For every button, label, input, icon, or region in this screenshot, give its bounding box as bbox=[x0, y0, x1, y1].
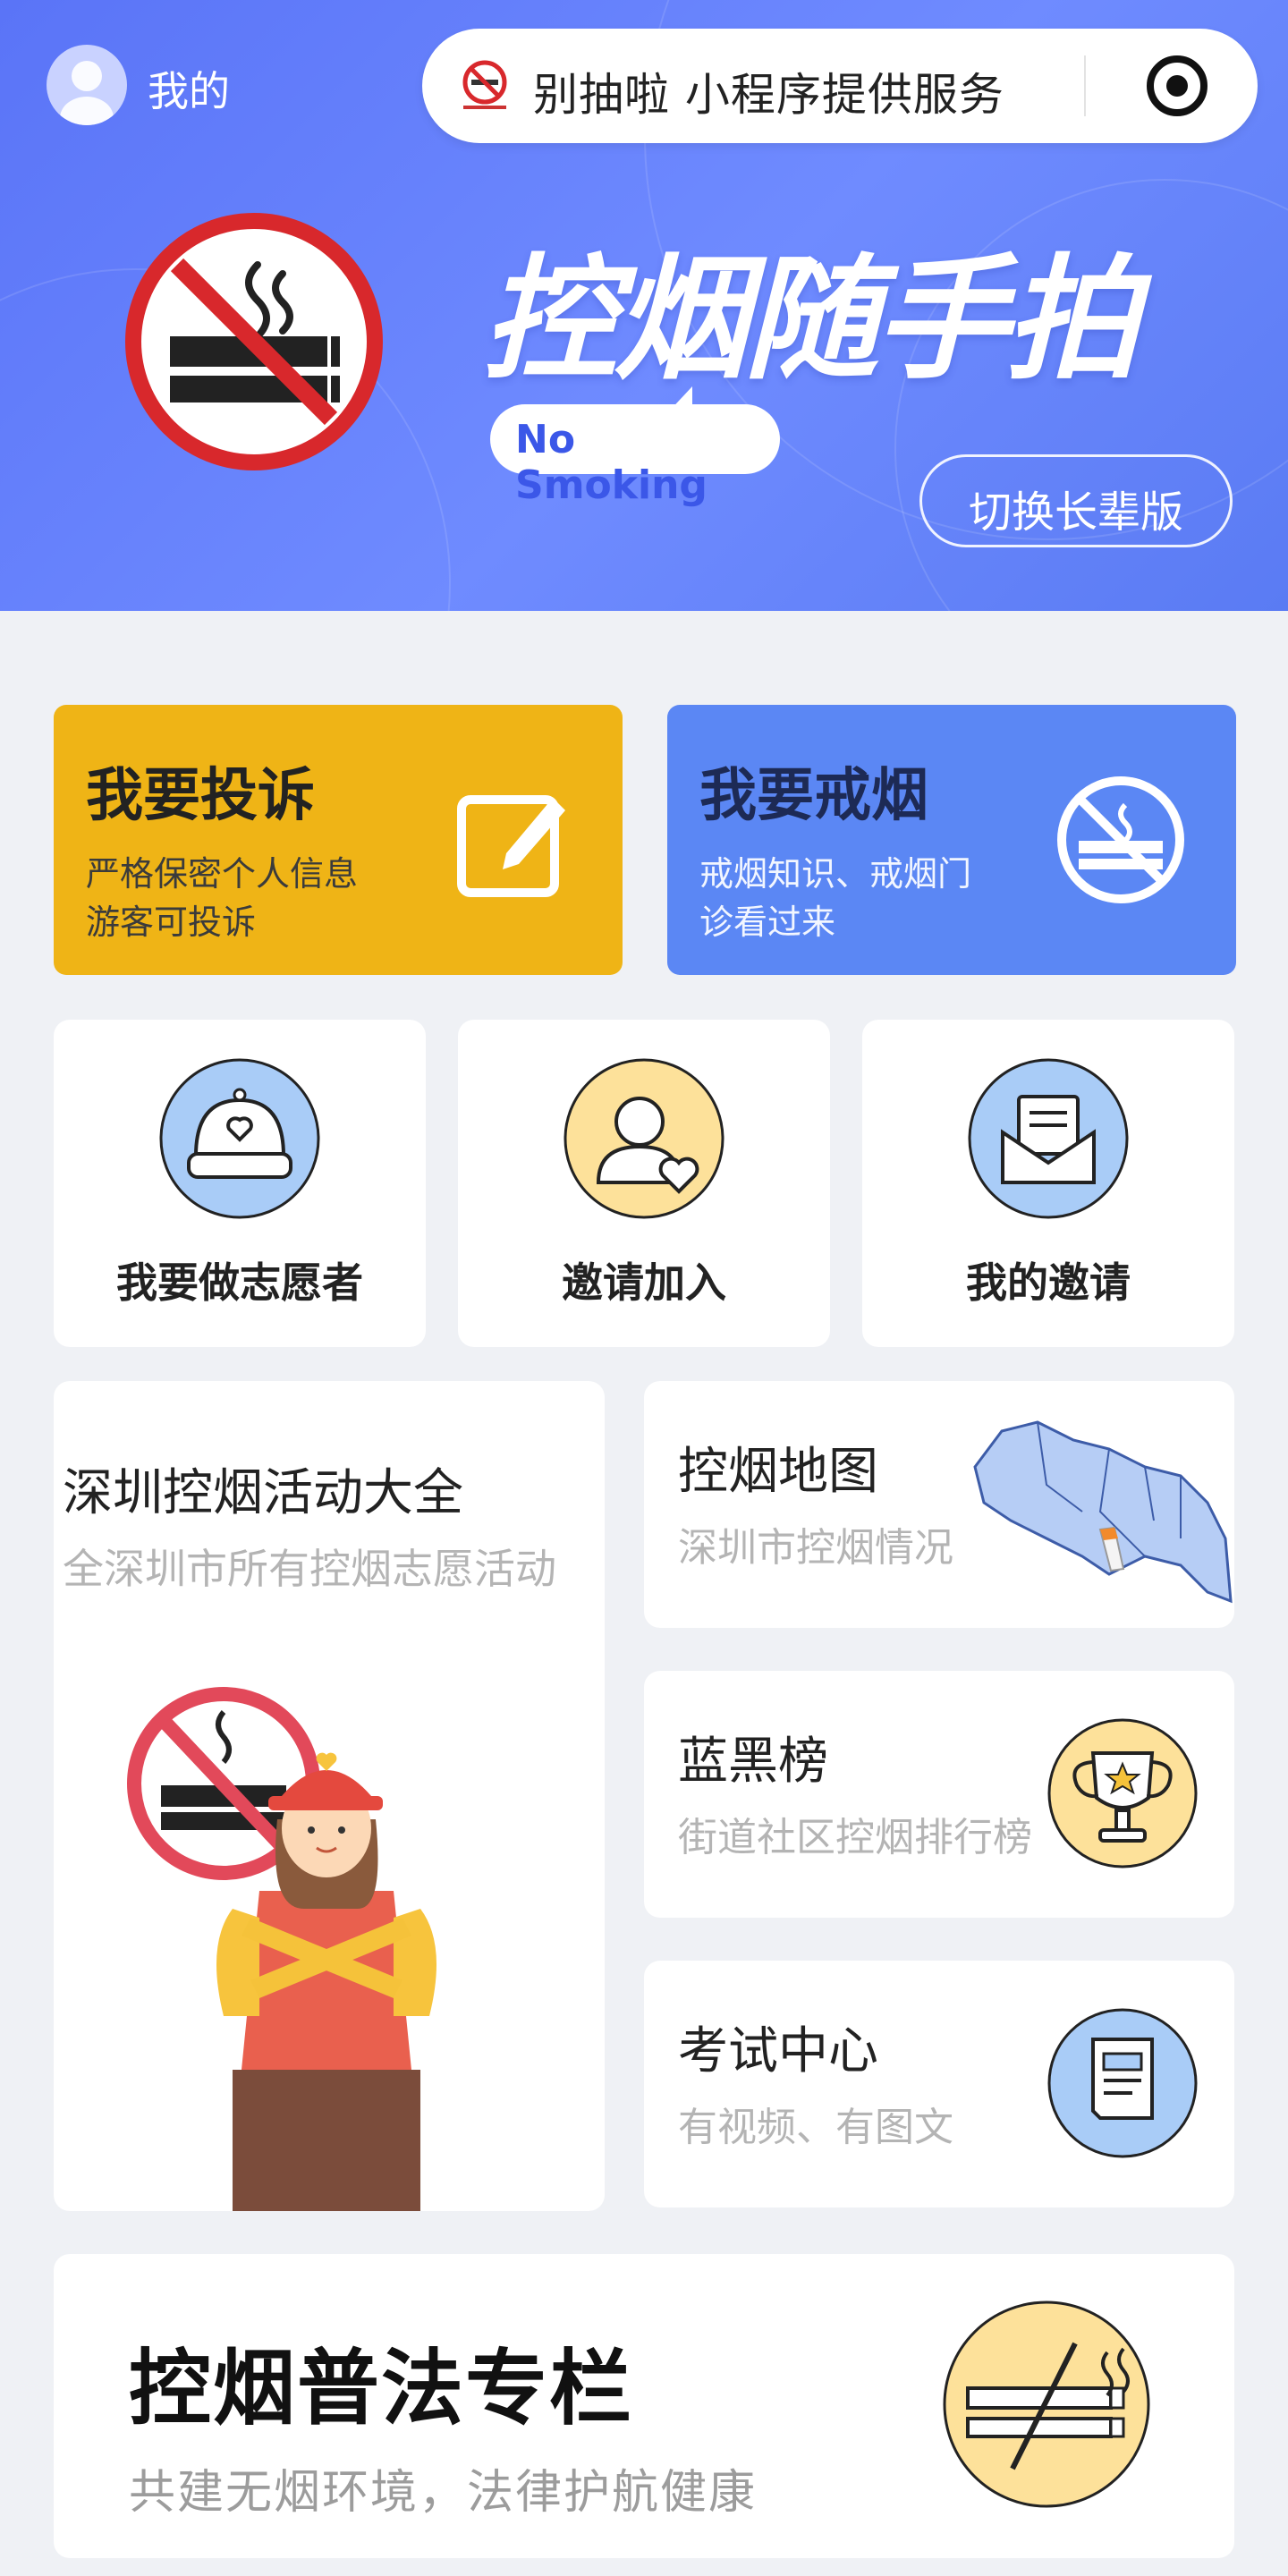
no-smoking-banner-icon bbox=[125, 213, 383, 470]
law-column-card[interactable]: 控烟普法专栏 共建无烟环境，法律护航健康 bbox=[54, 2254, 1234, 2558]
my-invitations-label: 我的邀请 bbox=[966, 1258, 1131, 1307]
smoke-control-map-card[interactable]: 控烟地图 深圳市控烟情况 bbox=[644, 1381, 1234, 1628]
trophy-icon bbox=[1047, 1718, 1198, 1868]
ranking-card-subtitle: 街道社区控烟排行榜 bbox=[678, 1815, 1032, 1860]
ranking-card-title: 蓝黑榜 bbox=[678, 1733, 828, 1791]
quit-line2: 诊看过来 bbox=[699, 902, 836, 942]
invite-person-icon bbox=[564, 1058, 724, 1219]
volunteer-label: 我要做志愿者 bbox=[116, 1258, 363, 1307]
quit-title: 我要戒烟 bbox=[699, 763, 928, 829]
invite-card[interactable]: 邀请加入 bbox=[458, 1020, 830, 1347]
map-card-title: 控烟地图 bbox=[678, 1443, 878, 1501]
exam-document-icon bbox=[1047, 2008, 1198, 2158]
my-invitations-card[interactable]: 我的邀请 bbox=[862, 1020, 1234, 1347]
capsule-title: 别抽啦 小程序提供服务 bbox=[533, 69, 1004, 121]
law-title: 控烟普法专栏 bbox=[129, 2341, 634, 2436]
switch-elder-mode-label: 切换长辈版 bbox=[968, 487, 1183, 538]
quit-line1: 戒烟知识、戒烟门 bbox=[699, 854, 972, 894]
envelope-icon bbox=[968, 1058, 1129, 1219]
close-target-icon[interactable] bbox=[1143, 52, 1211, 120]
map-card-subtitle: 深圳市控烟情况 bbox=[678, 1525, 953, 1571]
hero-title: 控烟随手拍 bbox=[483, 242, 1140, 398]
no-smoking-badge-text: No Smoking bbox=[515, 417, 708, 508]
exam-card-subtitle: 有视频、有图文 bbox=[678, 2105, 953, 2150]
no-cigarette-icon bbox=[943, 2301, 1150, 2508]
quit-smoking-card[interactable]: 我要戒烟 戒烟知识、戒烟门 诊看过来 bbox=[667, 705, 1236, 975]
complaint-line1: 严格保密个人信息 bbox=[86, 854, 359, 894]
capsule-divider bbox=[1084, 55, 1086, 116]
law-subtitle: 共建无烟环境，法律护航健康 bbox=[129, 2466, 758, 2520]
no-smoking-icon bbox=[1057, 776, 1184, 903]
volunteer-illustration-icon bbox=[127, 1687, 436, 2211]
miniprogram-capsule[interactable]: 别抽啦 小程序提供服务 bbox=[422, 29, 1258, 143]
mine-link[interactable]: 我的 bbox=[148, 59, 230, 118]
complaint-line2: 游客可投诉 bbox=[86, 902, 257, 942]
volunteer-card[interactable]: 我要做志愿者 bbox=[54, 1020, 426, 1347]
shenzhen-map-icon bbox=[973, 1420, 1233, 1604]
complaint-card[interactable]: 我要投诉 严格保密个人信息 游客可投诉 bbox=[54, 705, 623, 975]
volunteer-cap-icon bbox=[159, 1058, 320, 1219]
invite-label: 邀请加入 bbox=[562, 1258, 726, 1307]
edit-icon bbox=[457, 795, 565, 897]
activities-title: 深圳控烟活动大全 bbox=[63, 1464, 463, 1522]
no-smoking-badge: No Smoking bbox=[490, 404, 780, 508]
switch-elder-mode-button[interactable]: 切换长辈版 bbox=[919, 454, 1233, 547]
blue-black-list-card[interactable]: 蓝黑榜 街道社区控烟排行榜 bbox=[644, 1671, 1234, 1918]
user-avatar[interactable] bbox=[47, 45, 127, 125]
activities-subtitle: 全深圳市所有控烟志愿活动 bbox=[63, 1545, 556, 1593]
exam-card-title: 考试中心 bbox=[678, 2022, 878, 2080]
complaint-title: 我要投诉 bbox=[86, 763, 315, 829]
app-logo-icon bbox=[462, 60, 507, 109]
activities-card[interactable]: 深圳控烟活动大全 全深圳市所有控烟志愿活动 bbox=[54, 1381, 605, 2211]
exam-center-card[interactable]: 考试中心 有视频、有图文 bbox=[644, 1961, 1234, 2207]
